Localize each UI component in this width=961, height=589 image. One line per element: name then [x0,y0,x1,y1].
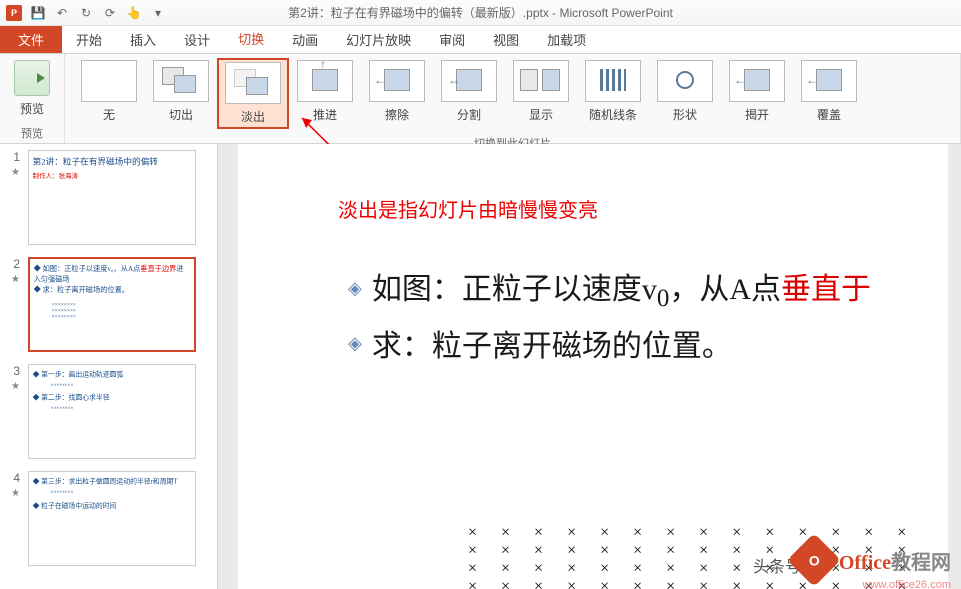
preview-label: 预览 [10,100,54,117]
cover-icon: ← [801,60,857,102]
transition-label: 分割 [435,106,503,123]
animation-star-icon: ★ [11,167,20,178]
title-bar: P 💾 ↶ ↻ ⟳ 👆 ▾ 第2讲：粒子在有界磁场中的偏转（最新版）.pptx … [0,0,961,26]
bullet-line-2: ◈ 求：粒子离开磁场的位置。 [348,321,908,365]
bullet-icon: ◈ [348,278,362,299]
tab-transitions[interactable]: 切换 [224,26,278,53]
animation-star-icon: ★ [11,381,20,392]
watermark: O Office教程网 [795,541,951,579]
qat-dropdown-icon[interactable]: ▾ [150,5,166,21]
tab-design[interactable]: 设计 [170,26,224,53]
thumbnail-4[interactable]: ◆ 第三步：求出粒子做圆周运动的半径r和周期T ×××××××× ◆ 粒子在磁场… [28,471,196,566]
thumbnail-row[interactable]: 4★ ◆ 第三步：求出粒子做圆周运动的半径r和周期T ×××××××× ◆ 粒子… [0,465,217,572]
menu-bar: 文件 开始 插入 设计 切换 动画 幻灯片放映 审阅 视图 加载项 [0,26,961,54]
annotation-text: 淡出是指幻灯片由暗慢慢变亮 [338,194,598,223]
transition-cover[interactable]: ← 覆盖 [793,58,865,125]
animation-star-icon: ★ [11,274,20,285]
transition-shape[interactable]: 形状 [649,58,721,125]
slide-thumbnail-panel[interactable]: 1★ 第2讲：粒子在有界磁场中的偏转 制作人：张海涛 2★ ◆ 如图：正粒子以速… [0,144,218,589]
transition-label: 推进 [291,106,359,123]
slide-canvas[interactable]: 淡出是指幻灯片由暗慢慢变亮 ◈ 如图：正粒子以速度v0，从A点垂直于 ◈ 求：粒… [218,144,961,589]
undo-icon[interactable]: ↶ [54,5,70,21]
line1-text: 如图：正粒子以速度v0，从A点垂直于 [372,264,871,313]
bullet-line-1: ◈ 如图：正粒子以速度v0，从A点垂直于 [348,264,908,313]
animation-star-icon: ★ [11,488,20,499]
document-title: 第2讲：粒子在有界磁场中的偏转（最新版）.pptx - Microsoft Po… [288,4,673,21]
slide-body: ◈ 如图：正粒子以速度v0，从A点垂直于 ◈ 求：粒子离开磁场的位置。 [348,264,908,365]
tab-addins[interactable]: 加载项 [533,26,600,53]
transition-label: 无 [75,106,143,123]
thumb-subtitle: 制作人：张海涛 [33,171,192,180]
transition-random-bars[interactable]: 随机线条 [577,58,649,125]
save-icon[interactable]: 💾 [30,5,46,21]
work-area: 1★ 第2讲：粒子在有界磁场中的偏转 制作人：张海涛 2★ ◆ 如图：正粒子以速… [0,144,961,589]
fade-icon [225,62,281,104]
line2-text: 求：粒子离开磁场的位置。 [372,321,732,365]
repeat-icon[interactable]: ⟳ [102,5,118,21]
transition-push[interactable]: ↑ 推进 [289,58,361,125]
watermark-url: www.office26.com [863,579,951,589]
ribbon-group-transitions: 无 切出 淡出 ↑ 推进 ← 擦除 ↔ 分割 [65,54,961,143]
thumbnail-number: 1★ [8,150,24,245]
transition-reveal[interactable]: 显示 [505,58,577,125]
randombars-icon [585,60,641,102]
thumbnail-number: 3★ [8,364,24,459]
transition-split[interactable]: ↔ 分割 [433,58,505,125]
none-icon [81,60,137,102]
thumbnail-3[interactable]: ◆ 第一步：画出运动轨迹圆弧 ×××××××× ◆ 第二步：找圆心求半径 ×××… [28,364,196,459]
tab-view[interactable]: 视图 [479,26,533,53]
tab-animations[interactable]: 动画 [278,26,332,53]
wipe-icon: ← [369,60,425,102]
transition-fade[interactable]: 淡出 [217,58,289,129]
file-tab[interactable]: 文件 [0,26,62,53]
transition-label: 显示 [507,106,575,123]
app-icon[interactable]: P [6,5,22,21]
push-icon: ↑ [297,60,353,102]
thumbnail-row[interactable]: 2★ ◆ 如图：正粒子以速度v₀，从A点垂直于边界进入匀强磁场 ◆ 求：粒子离开… [0,251,217,358]
group-label-preview: 预览 [0,123,64,143]
thumb-title: 第2讲：粒子在有界磁场中的偏转 [33,155,192,168]
shape-icon [657,60,713,102]
transition-uncover[interactable]: ← 揭开 [721,58,793,125]
redo-icon[interactable]: ↻ [78,5,94,21]
thumbnail-number: 4★ [8,471,24,566]
transition-label: 淡出 [221,108,285,125]
thumbnail-row[interactable]: 1★ 第2讲：粒子在有界磁场中的偏转 制作人：张海涛 [0,144,217,251]
bullet-icon: ◈ [348,333,362,354]
transition-label: 切出 [147,106,215,123]
transition-cut[interactable]: 切出 [145,58,217,125]
transition-label: 覆盖 [795,106,863,123]
thumbnail-row[interactable]: 3★ ◆ 第一步：画出运动轨迹圆弧 ×××××××× ◆ 第二步：找圆心求半径 … [0,358,217,465]
transition-label: 形状 [651,106,719,123]
thumbnail-number: 2★ [8,257,24,352]
transition-label: 随机线条 [579,106,647,123]
preview-button[interactable]: 预览 [8,58,56,119]
transition-label: 擦除 [363,106,431,123]
watermark-brand: Office教程网 [839,546,951,575]
reveal-icon [513,60,569,102]
split-icon: ↔ [441,60,497,102]
ribbon: 预览 预览 无 切出 淡出 ↑ 推进 ← 擦除 [0,54,961,144]
slide-content: 淡出是指幻灯片由暗慢慢变亮 ◈ 如图：正粒子以速度v0，从A点垂直于 ◈ 求：粒… [238,144,948,589]
tab-insert[interactable]: 插入 [116,26,170,53]
transition-none[interactable]: 无 [73,58,145,125]
watermark-badge-icon: O [787,533,841,587]
tab-review[interactable]: 审阅 [425,26,479,53]
thumbnail-2[interactable]: ◆ 如图：正粒子以速度v₀，从A点垂直于边界进入匀强磁场 ◆ 求：粒子离开磁场的… [28,257,196,352]
quick-access-toolbar: P 💾 ↶ ↻ ⟳ 👆 ▾ [6,5,166,21]
touch-icon[interactable]: 👆 [126,5,142,21]
transition-label: 揭开 [723,106,791,123]
thumbnail-1[interactable]: 第2讲：粒子在有界磁场中的偏转 制作人：张海涛 [28,150,196,245]
play-icon [14,60,50,96]
ribbon-group-preview: 预览 预览 [0,54,65,143]
uncover-icon: ← [729,60,785,102]
cut-icon [153,60,209,102]
tab-slideshow[interactable]: 幻灯片放映 [332,26,425,53]
transition-wipe[interactable]: ← 擦除 [361,58,433,125]
tab-home[interactable]: 开始 [62,26,116,53]
